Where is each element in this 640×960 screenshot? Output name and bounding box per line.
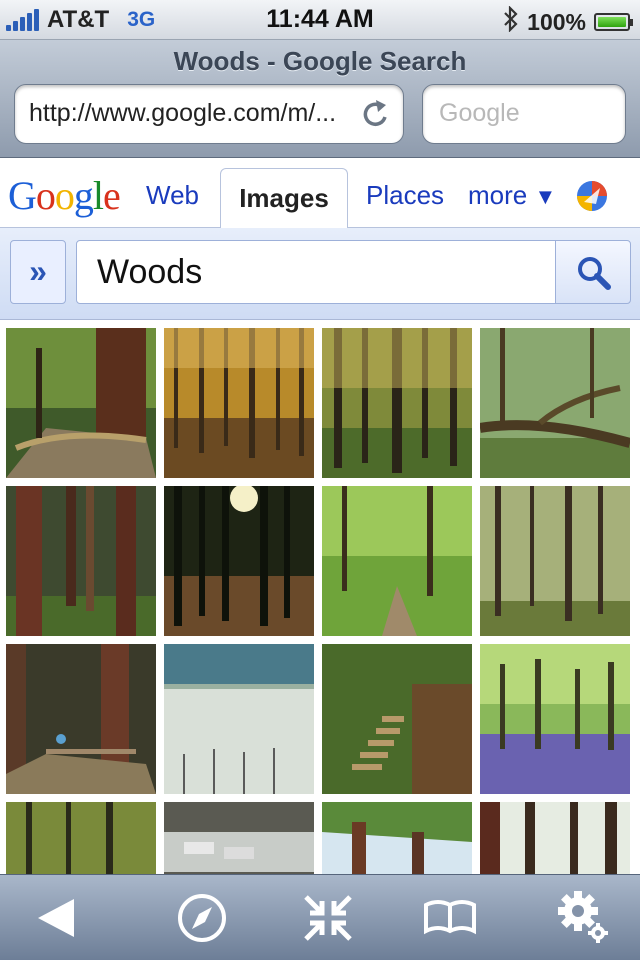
battery-icon bbox=[594, 13, 633, 31]
tab-places[interactable]: Places bbox=[366, 180, 444, 211]
search-row: » Woods bbox=[0, 228, 640, 320]
google-nav: Google Web Images Places more ▼ bbox=[0, 158, 640, 230]
image-result[interactable] bbox=[322, 802, 472, 874]
image-result[interactable] bbox=[322, 328, 472, 478]
image-result[interactable] bbox=[164, 486, 314, 636]
bookmarks-icon bbox=[424, 900, 476, 935]
bluetooth-icon bbox=[503, 5, 519, 38]
image-result[interactable] bbox=[480, 486, 630, 636]
image-result[interactable] bbox=[322, 486, 472, 636]
tab-images[interactable]: Images bbox=[220, 168, 348, 230]
google-logo[interactable]: Google bbox=[8, 172, 121, 219]
settings-icon bbox=[558, 891, 608, 943]
battery-fill bbox=[598, 17, 626, 27]
search-icon bbox=[578, 257, 611, 290]
tab-web[interactable]: Web bbox=[146, 180, 199, 211]
image-result[interactable] bbox=[164, 328, 314, 478]
url-text: http://www.google.com/m/... bbox=[29, 99, 337, 127]
image-result[interactable] bbox=[6, 328, 156, 478]
url-field[interactable]: http://www.google.com/m/... bbox=[14, 84, 404, 144]
latitude-icon[interactable] bbox=[576, 180, 608, 212]
browser-title-bar: Woods - Google Search http://www.google.… bbox=[0, 40, 640, 158]
compass-icon bbox=[178, 894, 226, 942]
back-button[interactable] bbox=[28, 887, 92, 949]
search-button[interactable] bbox=[555, 240, 631, 304]
image-results-grid bbox=[0, 320, 640, 874]
expand-options-button[interactable]: » bbox=[10, 240, 66, 304]
image-result[interactable] bbox=[322, 644, 472, 794]
settings-button[interactable] bbox=[552, 887, 616, 949]
search-input[interactable]: Woods bbox=[76, 240, 556, 304]
image-result[interactable] bbox=[480, 328, 630, 478]
page-title: Woods - Google Search bbox=[173, 46, 467, 76]
status-bar: AT&T 3G 11:44 AM 100% bbox=[0, 0, 640, 40]
image-result[interactable] bbox=[6, 802, 156, 874]
back-icon bbox=[38, 899, 74, 937]
image-result[interactable] bbox=[480, 802, 630, 874]
image-result[interactable] bbox=[6, 486, 156, 636]
image-result[interactable] bbox=[164, 802, 314, 874]
browser-toolbar bbox=[0, 874, 640, 960]
bookmarks-button[interactable] bbox=[418, 887, 482, 949]
browser-search-placeholder: Google bbox=[439, 99, 520, 127]
tab-more-label: more bbox=[468, 180, 528, 210]
collapse-button[interactable] bbox=[296, 887, 360, 949]
reload-icon[interactable] bbox=[361, 97, 391, 131]
collapse-icon bbox=[304, 895, 352, 941]
image-result[interactable] bbox=[480, 644, 630, 794]
image-result[interactable] bbox=[6, 644, 156, 794]
chevron-down-icon: ▼ bbox=[534, 184, 557, 209]
tab-more[interactable]: more ▼ bbox=[468, 180, 556, 211]
image-result[interactable] bbox=[164, 644, 314, 794]
browser-search-field[interactable]: Google bbox=[422, 84, 626, 144]
compass-button[interactable] bbox=[170, 887, 234, 949]
battery-percent: 100% bbox=[527, 8, 586, 35]
